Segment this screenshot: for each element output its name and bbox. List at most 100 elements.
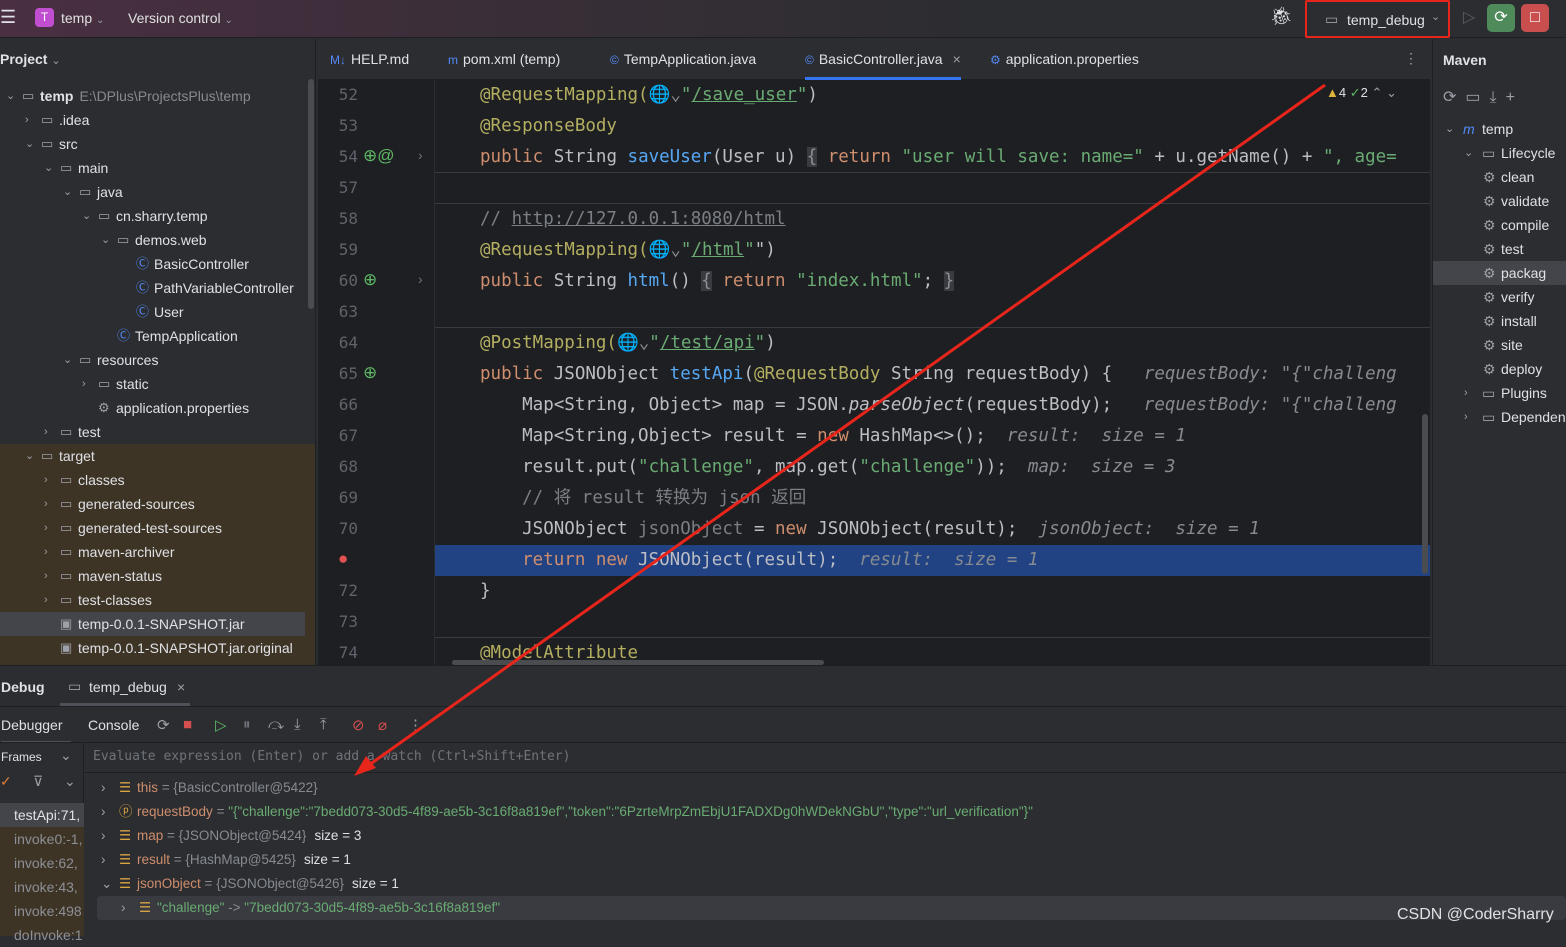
chevron-down-icon[interactable]: ⌄: [25, 444, 34, 468]
tree-item[interactable]: Ⓒ BasicController: [0, 252, 305, 276]
variable-row[interactable]: › ⓟ requestBody = "{"challenge":"7bedd073-…: [97, 800, 1566, 824]
stop-icon[interactable]: ■: [183, 716, 192, 733]
evaluate-expression-input[interactable]: Evaluate expression (Enter) or add a wat…: [85, 743, 1566, 773]
reload-icon[interactable]: ⟳: [1443, 89, 1465, 106]
chevron-right-icon[interactable]: ›: [44, 468, 48, 492]
maven-item[interactable]: › ▭ Dependen: [1433, 405, 1566, 429]
rerun-icon[interactable]: ⟳: [157, 716, 170, 734]
rerun-debug-icon[interactable]: ⟳: [1487, 4, 1515, 32]
tree-item[interactable]: › ▭ static: [0, 372, 305, 396]
web-endpoint-icon[interactable]: ⊕@: [363, 146, 395, 166]
maven-item[interactable]: ⚙ compile: [1433, 213, 1566, 237]
chevron-right-icon[interactable]: ›: [44, 588, 48, 612]
tree-item[interactable]: ⌄ ▭ resources: [0, 348, 305, 372]
stack-frame[interactable]: doInvoke:1: [0, 923, 84, 947]
stack-frame[interactable]: invoke:62,: [0, 851, 84, 875]
chevron-down-icon[interactable]: ⌄: [64, 773, 76, 790]
maven-item[interactable]: ⚙ validate: [1433, 189, 1566, 213]
run-icon[interactable]: ▷: [1455, 4, 1483, 32]
variable-row[interactable]: › ☰ "challenge" -> "7bedd073-30d5-4f89-ae5…: [97, 896, 1566, 920]
vcs-menu[interactable]: Version control ⌄: [128, 10, 233, 26]
tree-item[interactable]: ▣ temp-0.0.1-SNAPSHOT.jar: [0, 612, 305, 636]
maven-item[interactable]: ⚙ clean: [1433, 165, 1566, 189]
variable-row[interactable]: › ☰ result = {HashMap@5425} size = 1: [97, 848, 1566, 872]
chevron-down-icon[interactable]: ⌄: [6, 84, 15, 108]
tree-item[interactable]: ⌄ ▭ src: [0, 132, 305, 156]
tree-item[interactable]: › ▭ maven-status: [0, 564, 305, 588]
filter-icon[interactable]: ⊽: [33, 773, 43, 790]
stack-frame[interactable]: invoke:43,: [0, 875, 84, 899]
chevron-down-icon[interactable]: ⌄: [82, 204, 91, 228]
tree-item[interactable]: Ⓒ PathVariableController: [0, 276, 305, 300]
web-endpoint-icon[interactable]: ⊕: [363, 363, 377, 383]
stack-frame[interactable]: testApi:71,: [0, 803, 84, 827]
chevron-down-icon[interactable]: ⌄: [44, 156, 53, 180]
tree-item[interactable]: › ▭ test-classes: [0, 588, 305, 612]
step-into-icon[interactable]: ⤓: [294, 716, 301, 733]
tree-item[interactable]: ⌄ ▭ temp E:\DPlus\ProjectsPlus\temp: [0, 84, 305, 108]
tree-item[interactable]: ⌄ ▭ demos.web: [0, 228, 305, 252]
generate-sources-icon[interactable]: ▭: [1465, 89, 1489, 106]
chevron-right-icon[interactable]: ›: [101, 848, 106, 872]
chevron-down-icon[interactable]: ⌄: [101, 872, 112, 896]
fold-icon[interactable]: ›: [418, 271, 423, 287]
tree-item[interactable]: › ▭ classes: [0, 468, 305, 492]
add-icon[interactable]: +: [1506, 89, 1524, 106]
step-over-icon[interactable]: ⤼: [268, 716, 284, 733]
chevron-down-icon[interactable]: ⌄: [63, 180, 72, 204]
mute-breakpoints-icon[interactable]: ⌀: [378, 716, 387, 734]
chevron-down-icon[interactable]: ⌄: [25, 132, 34, 156]
tree-item[interactable]: ⚙ application.properties: [0, 396, 305, 420]
tree-item[interactable]: ⌄ ▭ java: [0, 180, 305, 204]
tree-item[interactable]: › ▭ generated-sources: [0, 492, 305, 516]
chevron-right-icon[interactable]: ›: [44, 564, 48, 588]
step-out-icon[interactable]: ⤒: [320, 716, 327, 733]
maven-item[interactable]: ⌄ ▭ Lifecycle: [1433, 141, 1566, 165]
maven-item[interactable]: ⚙ verify: [1433, 285, 1566, 309]
debug-bug-icon[interactable]: 🐞︎: [1270, 6, 1293, 27]
chevron-right-icon[interactable]: ›: [1464, 381, 1468, 405]
tree-item[interactable]: ⌄ ▭ target: [0, 444, 305, 468]
web-endpoint-icon[interactable]: ⊕: [363, 270, 377, 290]
tree-item[interactable]: ⌄ ▭ main: [0, 156, 305, 180]
chevron-down-icon[interactable]: ⌄: [1464, 141, 1473, 165]
chevron-right-icon[interactable]: ›: [25, 108, 29, 132]
tree-item[interactable]: › ▭ .idea: [0, 108, 305, 132]
variable-row[interactable]: › ☰ this = {BasicController@5422}: [97, 776, 1566, 800]
chevron-down-icon[interactable]: ⌄: [1445, 117, 1454, 141]
breakpoint-icon[interactable]: ●: [338, 549, 348, 569]
tab-basiccontroller-java[interactable]: © BasicController.java ×: [805, 51, 961, 80]
variable-row[interactable]: › ☰ map = {JSONObject@5424} size = 3: [97, 824, 1566, 848]
chevron-down-icon[interactable]: ⌄: [60, 747, 72, 764]
chevron-right-icon[interactable]: ›: [44, 540, 48, 564]
run-config-selector[interactable]: ▭ temp_debug ⌄: [1305, 0, 1450, 38]
maven-item[interactable]: ⌄ m temp: [1433, 117, 1566, 141]
tab-application-properties[interactable]: ⚙ application.properties: [990, 51, 1139, 67]
project-panel-title[interactable]: Project ⌄: [0, 51, 61, 67]
more-icon[interactable]: ⋮: [408, 716, 423, 734]
session-tab[interactable]: ▭ temp_debug ×: [60, 666, 190, 706]
scrollbar[interactable]: [308, 79, 314, 309]
more-options-icon[interactable]: ⋮: [1404, 50, 1418, 67]
tab-debugger[interactable]: Debugger: [1, 717, 71, 744]
resume-icon[interactable]: ▷: [215, 716, 227, 734]
chevron-right-icon[interactable]: ›: [82, 372, 86, 396]
close-icon[interactable]: ×: [953, 51, 961, 67]
stack-frame[interactable]: invoke:498: [0, 899, 84, 923]
tab-console[interactable]: Console: [88, 717, 139, 733]
tree-item[interactable]: ▣ temp-0.0.1-SNAPSHOT.jar.original: [0, 636, 305, 660]
chevron-right-icon[interactable]: ›: [44, 516, 48, 540]
project-selector[interactable]: temp ⌄: [61, 10, 104, 26]
tab-help-md[interactable]: M↓ HELP.md: [330, 51, 409, 67]
tree-item[interactable]: › ▭ test: [0, 420, 305, 444]
vertical-scrollbar[interactable]: [1422, 414, 1428, 574]
chevron-right-icon[interactable]: ›: [101, 824, 106, 848]
chevron-right-icon[interactable]: ›: [101, 776, 106, 800]
chevron-right-icon[interactable]: ›: [121, 896, 126, 920]
tab-pom-xml-temp-[interactable]: m pom.xml (temp): [448, 51, 560, 67]
chevron-down-icon[interactable]: ⌄: [63, 348, 72, 372]
download-icon[interactable]: ⤓: [1490, 89, 1506, 106]
variable-row[interactable]: ⌄ ☰ jsonObject = {JSONObject@5426} size = 1: [97, 872, 1566, 896]
maven-item[interactable]: ⚙ site: [1433, 333, 1566, 357]
tree-item[interactable]: › ▭ maven-archiver: [0, 540, 305, 564]
